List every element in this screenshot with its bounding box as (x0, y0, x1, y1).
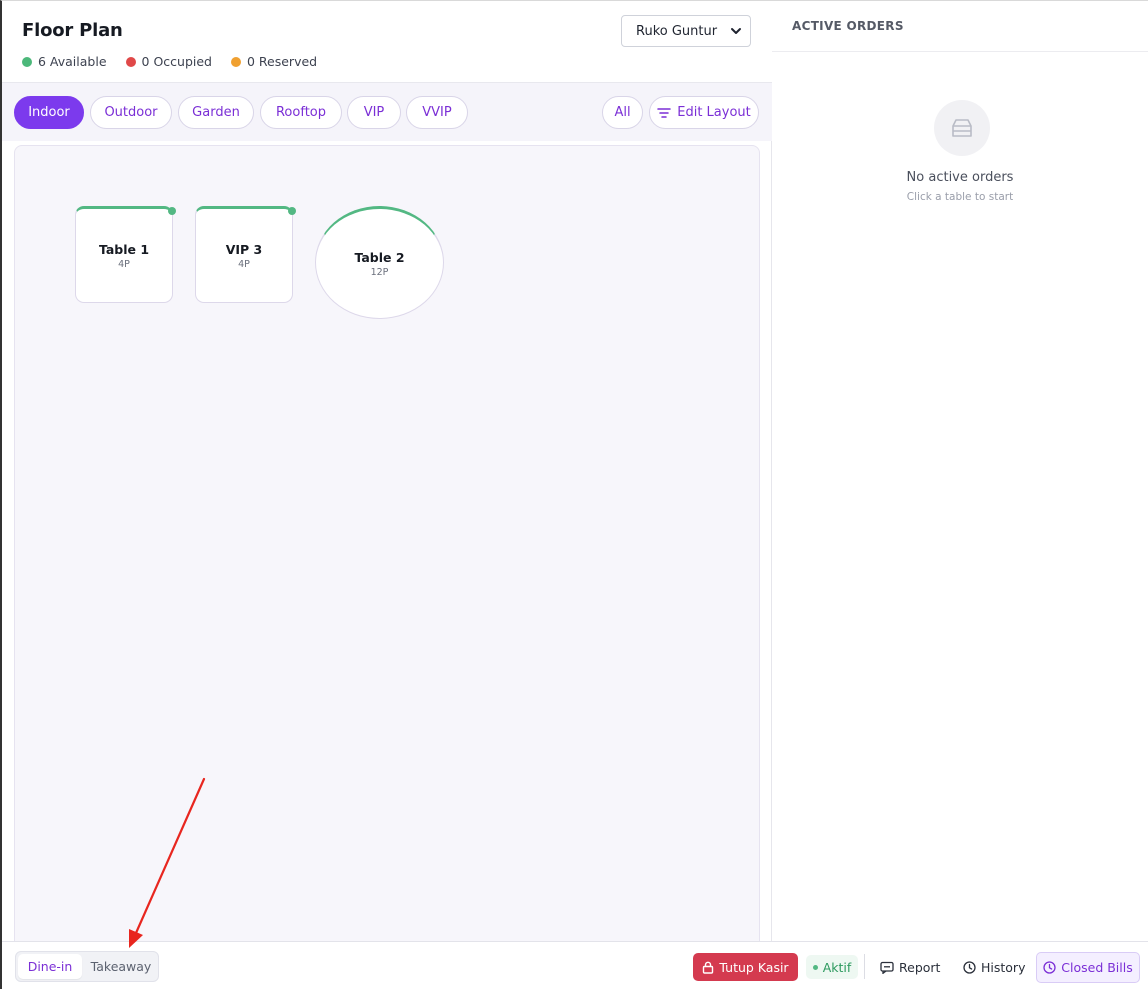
area-tab-indoor[interactable]: Indoor (14, 96, 84, 129)
history-label: History (981, 959, 1026, 975)
area-tab-outdoor[interactable]: Outdoor (90, 96, 172, 129)
area-tab-vip[interactable]: VIP (347, 96, 401, 129)
message-report-icon (880, 961, 894, 974)
empty-state-subtitle: Click a table to start (906, 191, 1014, 203)
legend-reserved: 0 Reserved (230, 54, 318, 69)
mode-dine-in-button[interactable]: Dine-in (18, 954, 82, 979)
all-areas-button[interactable]: All (602, 96, 643, 129)
closed-bills-label: Closed Bills (1061, 960, 1133, 975)
legend-reserved-label: 0 Reserved (246, 54, 318, 69)
occupied-dot-icon (125, 56, 136, 67)
legend-available-label: 6 Available (38, 54, 107, 69)
table-name: Table 1 (98, 241, 150, 257)
edit-layout-button[interactable]: Edit Layout (649, 96, 759, 129)
table-status-dot-icon (288, 207, 296, 215)
closed-bills-button[interactable]: Closed Bills (1036, 952, 1140, 983)
floor-plan-header: Floor Plan 6 Available 0 Occupied 0 Rese… (2, 1, 772, 83)
pos-app: Floor Plan 6 Available 0 Occupied 0 Rese… (0, 0, 1148, 989)
table-status-dot-icon (168, 207, 176, 215)
table-card-table-2[interactable]: Table 2 12P (315, 206, 444, 319)
table-name: VIP 3 (225, 241, 263, 257)
table-capacity: 4P (238, 258, 250, 270)
active-orders-panel: ACTIVE ORDERS No active orders Click a t… (772, 1, 1148, 941)
inbox-icon (934, 100, 990, 156)
page-title: Floor Plan (22, 20, 123, 41)
status-badge: Aktif (806, 955, 858, 979)
sort-lines-icon (657, 107, 671, 118)
mode-takeaway-button[interactable]: Takeaway (84, 954, 158, 979)
active-dot-icon (812, 964, 818, 970)
legend-occupied: 0 Occupied (125, 54, 212, 69)
area-tab-rooftop[interactable]: Rooftop (260, 96, 342, 129)
table-card-vip-3[interactable]: VIP 3 4P (195, 206, 296, 303)
divider (772, 51, 1148, 52)
floor-plan-panel: Floor Plan 6 Available 0 Occupied 0 Rese… (2, 1, 772, 955)
available-dot-icon (22, 56, 32, 67)
order-mode-toggle: Dine-in Takeaway (15, 951, 159, 982)
table-card-table-1[interactable]: Table 1 4P (75, 206, 176, 303)
table-name: Table 2 (354, 249, 405, 265)
history-button[interactable]: History (963, 953, 1025, 981)
status-legend: 6 Available 0 Occupied 0 Reserved (22, 54, 317, 69)
close-register-button[interactable]: Tutup Kasir (693, 953, 798, 981)
active-orders-title: ACTIVE ORDERS (792, 19, 904, 33)
report-button[interactable]: Report (880, 953, 940, 981)
table-capacity: 12P (370, 266, 389, 278)
bottom-bar: Dine-in Takeaway Tutup Kasir Aktif Repor… (2, 941, 1148, 989)
legend-available: 6 Available (22, 54, 107, 69)
reserved-dot-icon (230, 56, 241, 67)
legend-occupied-label: 0 Occupied (141, 54, 212, 69)
area-tab-garden[interactable]: Garden (178, 96, 254, 129)
report-label: Report (899, 959, 941, 975)
chevron-down-icon (731, 28, 741, 34)
location-select-value: Ruko Guntur (636, 23, 718, 39)
area-tab-vvip[interactable]: VVIP (406, 96, 468, 129)
lock-icon (703, 961, 714, 974)
status-label: Aktif (822, 959, 852, 975)
divider (864, 954, 865, 979)
table-capacity: 4P (118, 258, 130, 270)
close-register-label: Tutup Kasir (719, 959, 789, 975)
area-toolbar: Indoor Outdoor Garden Rooftop VIP VVIP A… (2, 83, 772, 141)
clock-icon (963, 960, 976, 974)
empty-state-title: No active orders (906, 170, 1014, 185)
floor-plan-canvas: Table 1 4P VIP 3 4P Table 2 12P (14, 145, 760, 955)
clock-icon (1043, 961, 1056, 974)
location-select[interactable]: Ruko Guntur (621, 15, 751, 47)
edit-layout-label: Edit Layout (677, 105, 751, 120)
